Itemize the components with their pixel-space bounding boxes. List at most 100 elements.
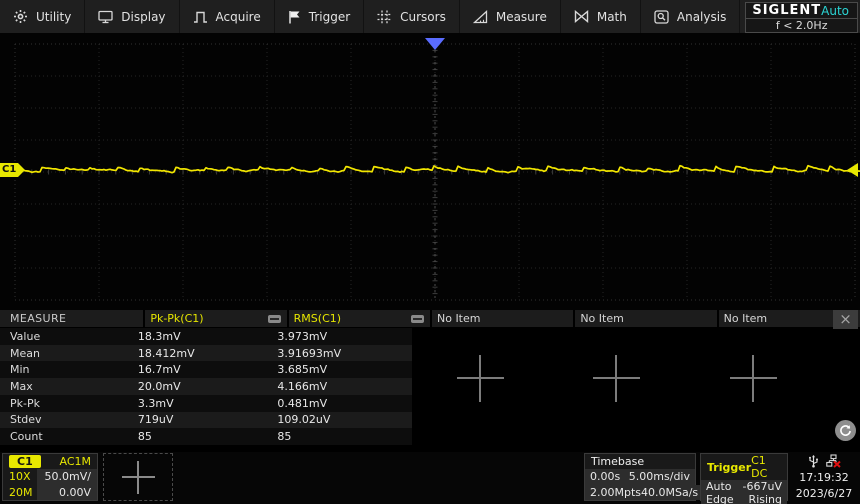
timebase-descriptor-box[interactable]: Timebase 0.00s 5.00ms/div 2.00Mpts 40.0M… [584, 453, 704, 501]
menu-item-label: Display [121, 9, 166, 24]
waveform-display[interactable]: C1 [0, 33, 860, 310]
measure-panel-title: MEASURE [0, 310, 144, 327]
channel1-trace [0, 164, 860, 174]
menu-item-acquire[interactable]: Acquire [180, 0, 275, 33]
trigger-title: Trigger [707, 460, 752, 474]
probe-attenuation: 10X [9, 470, 31, 484]
menu-item-analysis[interactable]: Analysis [641, 0, 741, 33]
measurement-column-header[interactable]: Pk-Pk(C1) [145, 310, 287, 327]
measure-stat-value: 3.3mV [137, 396, 174, 410]
brand-logo: SIGLENT [752, 3, 822, 18]
measurement-column-label: RMS(C1) [293, 312, 342, 325]
oscilloscope-screen: Utility Display Acquire Trigger Cursors Measu… [0, 0, 860, 504]
menu-item-cursors[interactable]: Cursors [364, 0, 460, 33]
system-status-box: 17:19:32 2023/6/27 [790, 453, 858, 501]
measure-stat-value: 85 [277, 430, 292, 444]
measure-table-row: Min 16.7mV 3.685mV [0, 361, 412, 379]
plus-icon [121, 460, 155, 494]
measure-stat-label: Mean [10, 346, 40, 360]
measure-stat-label: Pk-Pk [10, 396, 40, 410]
measure-table-row: Max 20.0mV 4.166mV [0, 378, 412, 395]
menu-item-label: Math [596, 9, 627, 24]
measure-stat-label: Max [10, 380, 33, 394]
remove-measurement-button[interactable] [410, 314, 424, 323]
measure-table-row: Stdev 719uV 109.02uV [0, 411, 412, 429]
measure-stat-value: 3.685mV [277, 363, 328, 377]
measure-stat-value: 20.0mV [137, 380, 181, 394]
trigger-level: -667uV [742, 480, 782, 493]
measurement-empty-slot-header[interactable]: No Item [575, 310, 717, 327]
reset-statistics-button[interactable] [835, 420, 856, 441]
trigger-level-marker[interactable] [847, 163, 858, 177]
measure-stat-value: 719uV [137, 413, 174, 427]
menu-item-math[interactable]: Math [561, 0, 641, 33]
trigger-source: C1 DC [751, 454, 768, 480]
gear-icon [13, 9, 28, 24]
measurement-column-label: No Item [580, 312, 624, 325]
measure-statistics-table: Value 18.3mV 3.973mV Mean 18.412mV 3.91693mV M… [0, 328, 412, 446]
trigger-frequency-readout: f < 2.0Hz [775, 19, 828, 32]
measurement-column-label: Pk-Pk(C1) [150, 312, 204, 325]
channel1-offset-marker[interactable]: C1 [0, 162, 26, 177]
measure-stat-value: 109.02uV [277, 413, 331, 427]
measurement-empty-slot-header[interactable]: No Item [431, 310, 574, 327]
measure-stat-value: 3.973mV [277, 329, 328, 343]
add-channel-button[interactable] [103, 453, 173, 501]
channel-coupling: AC1M [59, 455, 91, 469]
menu-item-label: Utility [36, 9, 72, 24]
measurement-column-label: No Item [723, 312, 768, 325]
bottom-status-bar: C1 AC1M 10X 50.0mV/ 20M 0.00V Timebase 0… [0, 452, 860, 504]
measure-stat-value: 4.166mV [277, 380, 328, 394]
trigger-type: Edge [706, 493, 734, 504]
menu-bar: Utility Display Acquire Trigger Cursors Measu… [0, 0, 860, 33]
timebase-title: Timebase [591, 455, 645, 469]
brand-status-block: SIGLENT Auto f < 2.0Hz [745, 2, 858, 33]
menu-item-measure[interactable]: Measure [460, 0, 561, 33]
menu-item-label: Analysis [676, 9, 727, 24]
acquisition-mode-badge: Auto [821, 3, 849, 18]
channel-marker-arrow-icon [18, 162, 26, 177]
channel1-name-chip: C1 [9, 455, 41, 469]
usb-icon [808, 454, 819, 468]
measure-stat-value: 16.7mV [137, 363, 181, 377]
channel1-descriptor-box[interactable]: C1 AC1M 10X 50.0mV/ 20M 0.00V [2, 453, 98, 501]
sample-rate: 40.0MSa/s [641, 485, 699, 499]
flag-icon [288, 10, 301, 24]
measure-stat-label: Stdev [10, 413, 42, 427]
measure-stat-label: Value [10, 329, 41, 343]
pulse-icon [193, 10, 208, 24]
menu-item-label: Trigger [308, 9, 351, 24]
crosshair-grid-icon [377, 10, 392, 24]
measure-close-button[interactable]: × [833, 310, 858, 329]
measure-stat-label: Count [10, 430, 43, 444]
vertical-offset: 0.00V [37, 484, 97, 500]
lan-disconnected-icon [825, 454, 841, 468]
measure-table-row: Value 18.3mV 3.973mV [0, 328, 412, 345]
add-measurement-button[interactable] [593, 355, 640, 402]
bandwidth-limit: 20M [9, 485, 33, 499]
trigger-position-marker[interactable] [425, 38, 445, 50]
measure-stat-value: 85 [137, 430, 152, 444]
menu-item-label: Acquire [215, 9, 261, 24]
remove-measurement-button[interactable] [267, 314, 281, 323]
trigger-mode: Auto [706, 480, 732, 493]
timebase-scale: 5.00ms/div [628, 470, 690, 484]
menu-item-display[interactable]: Display [85, 0, 180, 33]
measure-stat-value: 18.412mV [137, 346, 195, 360]
measure-table-row: Count 85 85 [0, 428, 412, 446]
measure-stat-value: 3.91693mV [277, 346, 342, 360]
measure-table-row: Pk-Pk 3.3mV 0.481mV [0, 394, 412, 412]
vertical-scale: 50.0mV/ [37, 469, 97, 485]
trigger-descriptor-box[interactable]: Trigger C1 DC Auto -667uV Edge Rising [700, 453, 788, 504]
measurement-column-header[interactable]: RMS(C1) [288, 310, 430, 327]
menu-item-utility[interactable]: Utility [0, 0, 86, 33]
add-measurement-button[interactable] [730, 355, 777, 402]
ruler-icon [472, 9, 488, 24]
monitor-icon [98, 10, 113, 24]
menu-item-trigger[interactable]: Trigger [275, 0, 365, 33]
measure-stat-label: Min [10, 363, 30, 377]
add-measurement-button[interactable] [457, 355, 504, 402]
timebase-delay: 0.00s [590, 470, 621, 484]
brand-top-row: SIGLENT Auto [746, 3, 857, 19]
measure-stat-value: 0.481mV [277, 396, 328, 410]
